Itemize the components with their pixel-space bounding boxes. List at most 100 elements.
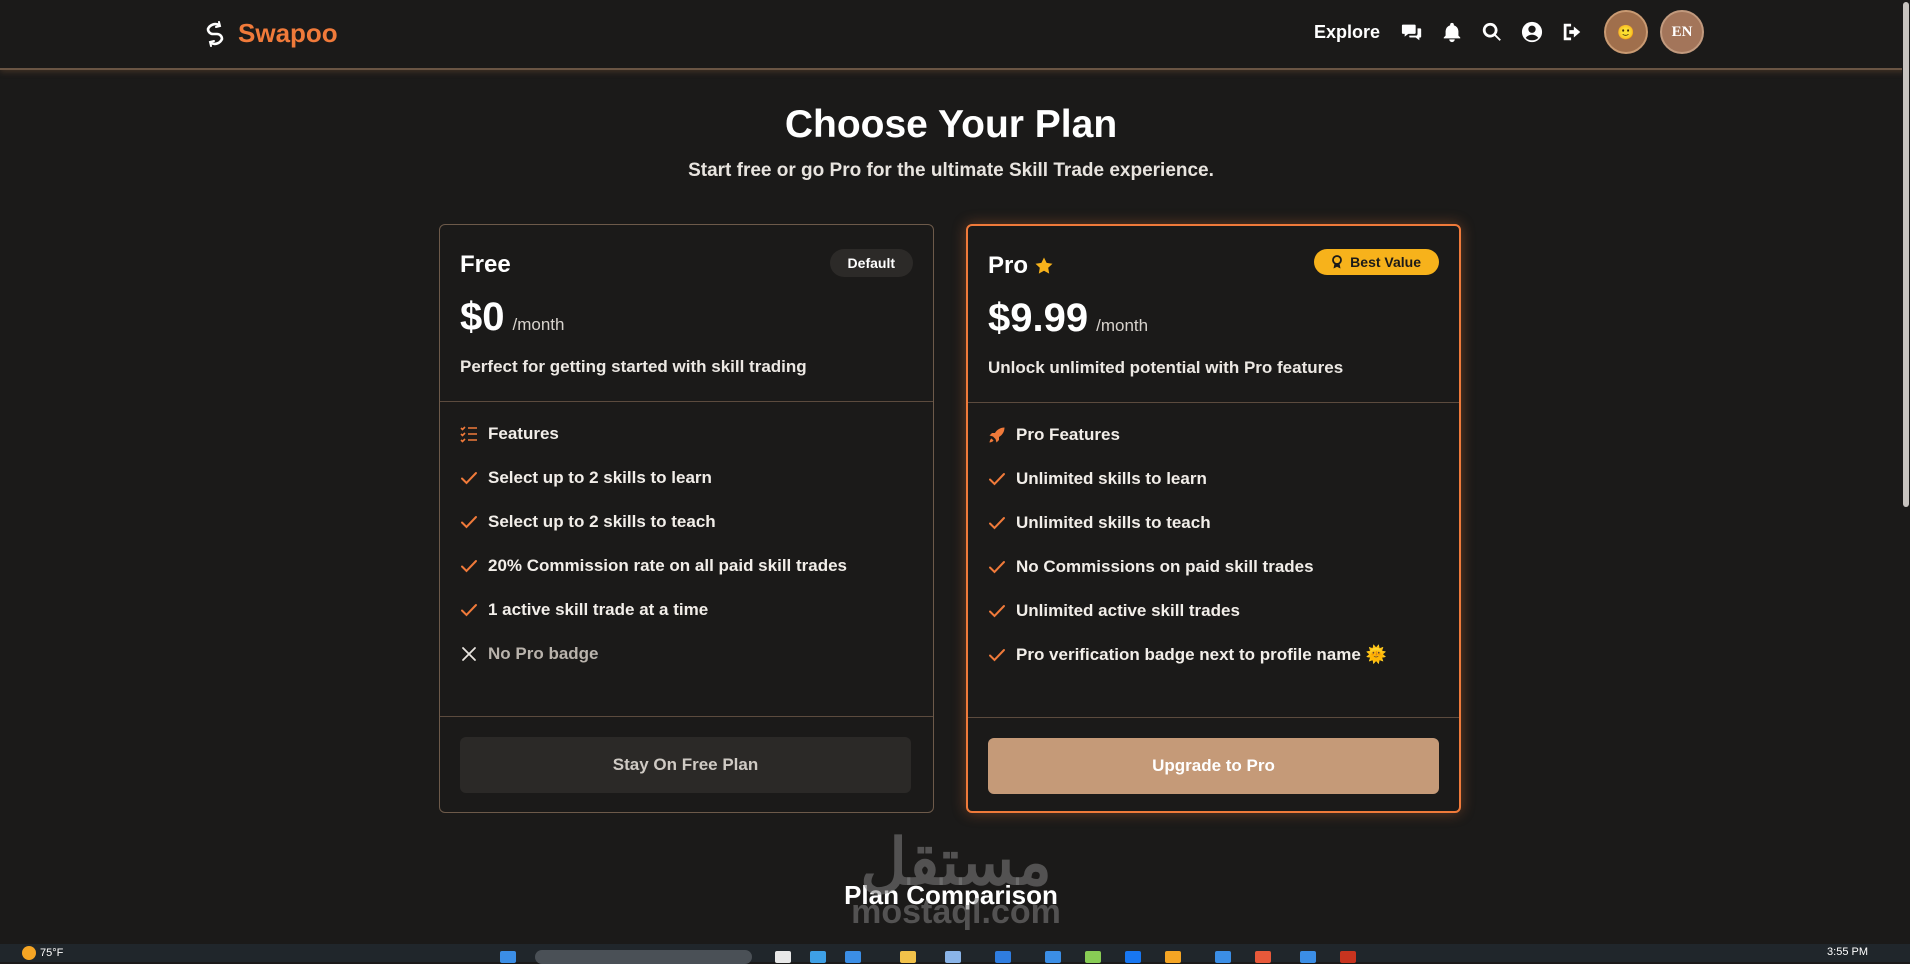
app-icon[interactable] (1045, 951, 1061, 963)
weather-temp: 75°F (40, 947, 64, 959)
app-icon[interactable] (1165, 951, 1181, 963)
free-features-heading: Features (460, 424, 559, 444)
pro-plan-footer: Upgrade to Pro (968, 718, 1459, 815)
taskbar-clock[interactable]: 3:55 PM (1827, 946, 1868, 958)
free-plan-header: Free Default $0 /month Perfect for getti… (440, 225, 933, 402)
app-icon[interactable] (1215, 951, 1231, 963)
feature-label: Unlimited skills to learn (1016, 469, 1207, 488)
watermark-latin: mostaql.com (851, 893, 1061, 931)
list-item: Unlimited skills to learn (988, 469, 1207, 489)
nav-explore-link[interactable]: Explore (1314, 22, 1380, 43)
free-price-amount: $0 (460, 295, 505, 339)
feature-label: Select up to 2 skills to teach (488, 512, 716, 531)
feature-label: Select up to 2 skills to learn (488, 468, 712, 487)
free-plan-card: Free Default $0 /month Perfect for getti… (439, 224, 934, 813)
bell-icon[interactable] (1440, 20, 1464, 44)
list-item: Unlimited skills to teach (988, 513, 1211, 533)
check-icon (461, 560, 477, 573)
page-scrollbar[interactable] (1902, 0, 1910, 944)
swap-logo-icon (206, 20, 224, 47)
check-icon (461, 516, 477, 529)
pro-features-heading: Pro Features (988, 425, 1120, 445)
pro-plan-name-label: Pro (988, 252, 1029, 279)
os-taskbar: 5 75°F 3:55 PM (0, 944, 1910, 964)
upgrade-to-pro-button[interactable]: Upgrade to Pro (988, 738, 1439, 794)
file-explorer-icon[interactable] (900, 951, 916, 963)
pro-plan-card: Pro Best Value $9.99 /month Unlock unlim… (966, 224, 1461, 813)
list-item: Select up to 2 skills to teach (460, 512, 716, 532)
x-icon (462, 647, 476, 661)
check-icon (989, 561, 1005, 574)
list-item: Unlimited active skill trades (988, 601, 1240, 621)
page-title: Choose Your Plan (784, 103, 1118, 146)
feature-label: Unlimited skills to teach (1016, 513, 1211, 532)
app-icon[interactable] (1125, 951, 1141, 963)
free-plan-name-label: Free (460, 251, 511, 278)
pro-feature-list: Pro Features Unlimited skills to learn U… (968, 403, 1459, 718)
app-icon[interactable] (1340, 951, 1356, 963)
app-icon[interactable] (1300, 951, 1316, 963)
check-icon (989, 517, 1005, 530)
list-item: No Pro badge (460, 644, 599, 664)
pro-plan-description: Unlock unlimited potential with Pro feat… (988, 358, 1344, 377)
list-check-icon (460, 426, 477, 443)
list-item: Pro verification badge next to profile n… (988, 645, 1387, 665)
best-value-label: Best Value (1350, 254, 1421, 270)
windows-start-icon[interactable] (500, 951, 516, 963)
mail-icon[interactable] (945, 951, 961, 963)
free-plan-footer: Stay On Free Plan (440, 717, 933, 814)
free-plan-name: Free (460, 251, 511, 279)
excluded-feature-label: No Pro badge (488, 644, 599, 663)
feature-label: 20% Commission rate on all paid skill tr… (488, 556, 848, 575)
award-icon (1332, 255, 1343, 269)
list-item: 20% Commission rate on all paid skill tr… (460, 556, 847, 576)
pro-price-period: /month (1096, 316, 1149, 335)
user-circle-icon[interactable] (1520, 20, 1544, 44)
best-value-badge: Best Value (1314, 249, 1439, 275)
free-plan-price: $0 /month (460, 295, 564, 340)
feature-label: Unlimited active skill trades (1016, 601, 1240, 620)
feature-label: Pro verification badge next to profile n… (1016, 645, 1387, 664)
taskbar-weather[interactable]: 5 75°F (22, 946, 63, 960)
rocket-icon (989, 427, 1005, 443)
nav-actions: Explore 🙂 EN (1314, 10, 1704, 54)
watermark-arabic: مستقل (860, 826, 1052, 898)
mostaql-watermark: مستقل mostaql.com (838, 826, 1074, 944)
free-feature-list: Features Select up to 2 skills to learn … (440, 402, 933, 717)
scrollbar-thumb[interactable] (1903, 2, 1909, 507)
edge-icon[interactable] (810, 951, 826, 963)
list-item: 1 active skill trade at a time (460, 600, 708, 620)
list-item: Select up to 2 skills to learn (460, 468, 712, 488)
store-icon[interactable] (845, 951, 861, 963)
feature-label: No Commissions on paid skill trades (1016, 557, 1314, 576)
vscode-icon[interactable] (995, 951, 1011, 963)
check-icon (989, 473, 1005, 486)
list-item: No Commissions on paid skill trades (988, 557, 1314, 577)
free-features-heading-label: Features (488, 424, 559, 443)
check-icon (461, 472, 477, 485)
logout-icon[interactable] (1560, 20, 1584, 44)
page-subtitle: Start free or go Pro for the ultimate Sk… (688, 160, 1214, 181)
brand-name: Swapoo (238, 18, 338, 48)
user-avatar[interactable]: 🙂 (1604, 10, 1648, 54)
app-icon[interactable] (1255, 951, 1271, 963)
pro-price-amount: $9.99 (988, 296, 1089, 340)
free-plan-description: Perfect for getting started with skill t… (460, 357, 807, 376)
check-icon (989, 605, 1005, 618)
app-icon[interactable] (1085, 951, 1101, 963)
search-icon[interactable] (1480, 20, 1504, 44)
weather-sun-icon (22, 946, 36, 960)
brand[interactable]: Swapoo (204, 18, 338, 49)
language-switcher[interactable]: EN (1660, 10, 1704, 54)
default-badge: Default (829, 249, 913, 277)
star-icon (1035, 257, 1053, 274)
pro-features-heading-label: Pro Features (1016, 425, 1120, 444)
check-icon (461, 604, 477, 617)
pro-plan-price: $9.99 /month (988, 296, 1148, 341)
chat-icon[interactable] (1400, 20, 1424, 44)
pro-plan-name: Pro (988, 252, 1054, 280)
stay-free-button[interactable]: Stay On Free Plan (460, 737, 911, 793)
feature-label: 1 active skill trade at a time (488, 600, 709, 619)
top-navbar: Swapoo Explore 🙂 EN (0, 0, 1910, 70)
taskview-icon[interactable] (775, 951, 791, 963)
